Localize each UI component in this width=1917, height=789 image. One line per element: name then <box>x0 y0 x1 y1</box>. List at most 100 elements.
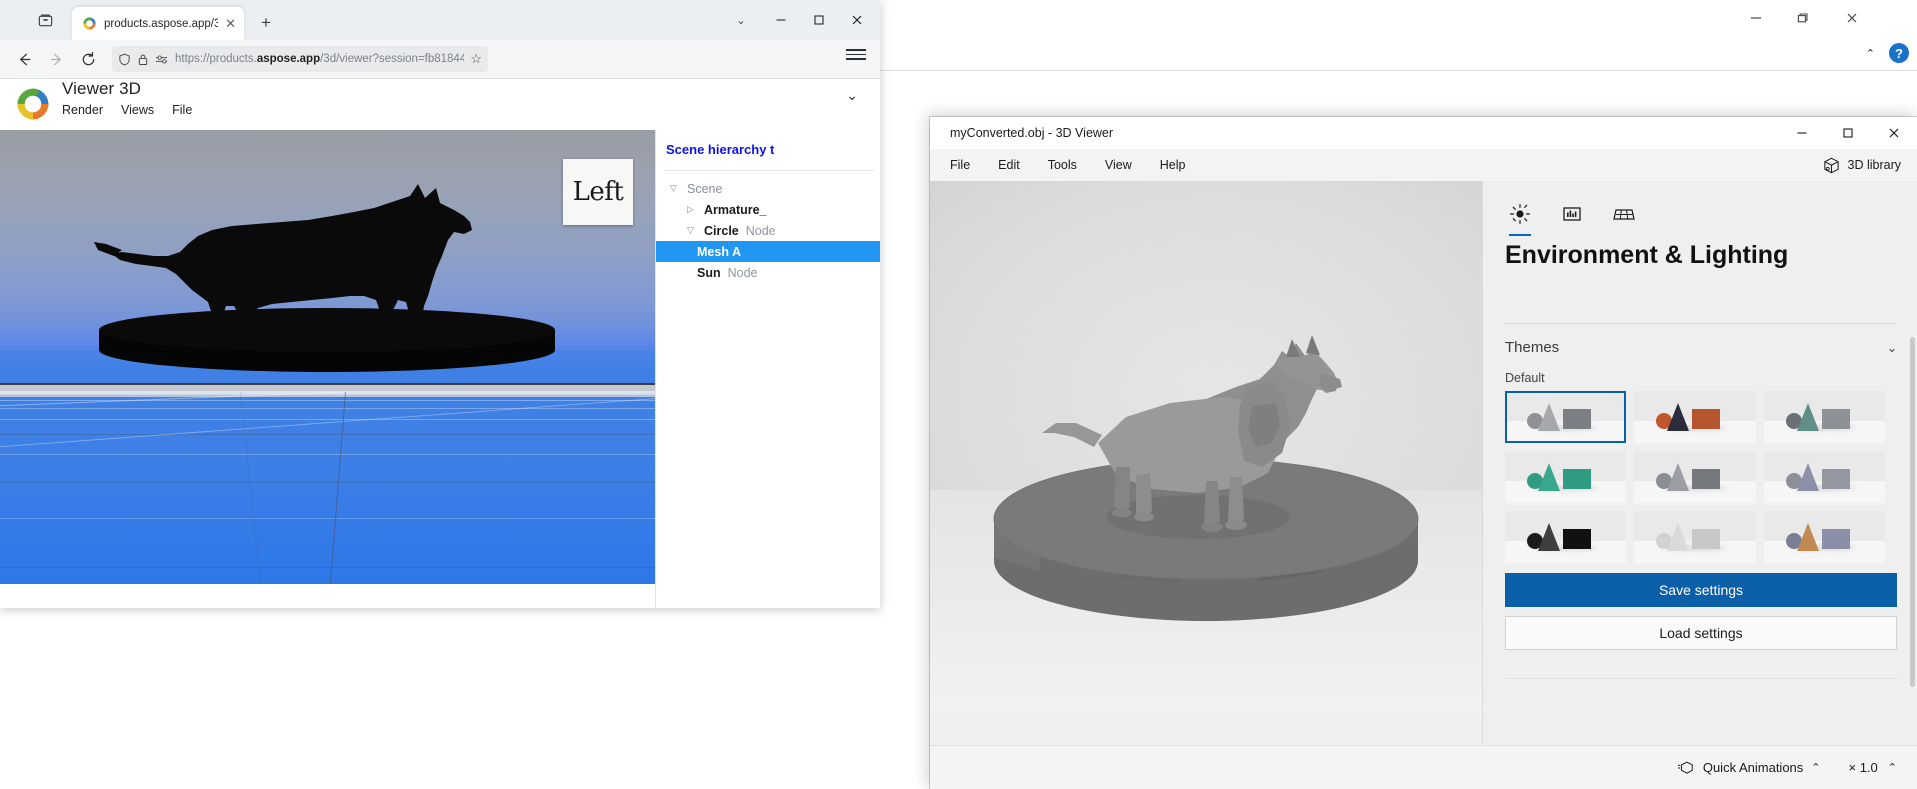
3d-viewer-titlebar: myConverted.obj - 3D Viewer <box>930 117 1917 149</box>
theme-thumbnail[interactable] <box>1505 511 1627 563</box>
permissions-icon[interactable] <box>155 53 169 66</box>
tree-node-scene[interactable]: ▽ Scene <box>656 178 880 199</box>
panel-collapse-chevron-icon[interactable]: ⌄ <box>846 87 858 104</box>
theme-thumbnail[interactable] <box>1634 511 1756 563</box>
viewer-close-button[interactable] <box>1871 117 1917 149</box>
webapp-header: Viewer 3D Render Views File ⌄ <box>0 79 880 130</box>
sun-lighting-icon <box>1510 204 1530 224</box>
animation-cube-icon <box>1677 760 1695 776</box>
menu-tools[interactable]: Tools <box>1034 149 1091 181</box>
grid-floor-icon <box>1613 209 1635 220</box>
ribbon-collapse-chevron[interactable]: ⌃ <box>1866 47 1875 60</box>
lock-icon[interactable] <box>137 53 149 66</box>
grid-floor <box>0 392 655 584</box>
tab-collections-icon[interactable] <box>28 0 62 40</box>
animation-speed-control[interactable]: × 1.0 ⌃ <box>1849 760 1898 775</box>
menu-edit[interactable]: Edit <box>984 149 1034 181</box>
theme-thumbnail[interactable] <box>1763 451 1885 503</box>
viewer-maximize-button[interactable] <box>1825 117 1871 149</box>
3d-library-label: 3D library <box>1847 158 1902 172</box>
tab-list-chevron-icon[interactable]: ⌄ <box>720 0 762 40</box>
panel-bottom-divider <box>1505 678 1897 679</box>
tree-node-label: Sun <box>697 265 721 280</box>
browser-close-button[interactable] <box>838 0 876 40</box>
menu-help[interactable]: Help <box>1146 149 1200 181</box>
tree-node-mesh-a-selected[interactable]: Mesh A <box>656 241 880 262</box>
view-orientation-cube[interactable]: Left <box>563 159 633 225</box>
theme-thumbnail[interactable] <box>1634 451 1756 503</box>
chevron-up-icon[interactable]: ⌃ <box>1811 761 1820 774</box>
menu-view[interactable]: View <box>1091 149 1146 181</box>
theme-thumbnail[interactable] <box>1763 391 1885 443</box>
panel-scrollbar[interactable] <box>1910 337 1915 687</box>
dog-silhouette <box>92 178 562 390</box>
scene-hierarchy-panel: Scene hierarchy t ▽ Scene ▷ Armature_ ▽ … <box>655 130 880 608</box>
chevron-up-icon[interactable]: ⌃ <box>1888 761 1897 774</box>
tree-node-circle[interactable]: ▽ Circle Node <box>656 220 880 241</box>
tree-node-label: Circle <box>704 223 739 238</box>
3d-viewer-body: Environment & Lighting Themes ⌄ Default <box>930 181 1917 789</box>
3d-library-button[interactable]: 3D library <box>1822 156 1902 175</box>
browser-maximize-button[interactable] <box>800 0 838 40</box>
3d-cube-icon <box>1822 156 1841 175</box>
themes-label: Themes <box>1505 339 1560 356</box>
menu-item-file[interactable]: File <box>172 103 192 117</box>
browser-tab[interactable]: products.aspose.app/3d/viewer ✕ <box>72 7 244 40</box>
image-backdrop-icon <box>1563 207 1581 221</box>
webapp-menu: Render Views File <box>62 103 192 117</box>
screen-root: ⌃ ? products.aspose.app/3 ✕ + ⌄ https://… <box>0 0 1917 789</box>
3d-viewer-window-controls <box>1779 117 1917 149</box>
viewcube-label: Left <box>572 177 624 207</box>
tab-backdrop[interactable] <box>1557 199 1587 229</box>
twisty-icon[interactable]: ▷ <box>687 204 697 215</box>
browser-tabstrip: products.aspose.app/3d/viewer ✕ + ⌄ <box>0 0 880 40</box>
theme-thumbnail[interactable] <box>1634 391 1756 443</box>
twisty-icon[interactable]: ▽ <box>687 225 697 236</box>
themes-section-header[interactable]: Themes ⌄ <box>1505 339 1897 356</box>
twisty-icon[interactable]: ▽ <box>670 183 680 194</box>
chevron-down-icon[interactable]: ⌄ <box>1887 341 1897 355</box>
tree-node-type: Node <box>727 265 758 280</box>
menu-item-render[interactable]: Render <box>62 103 103 117</box>
tab-lighting[interactable] <box>1505 199 1535 236</box>
quick-animations-control[interactable]: Quick Animations ⌃ <box>1677 760 1821 776</box>
background-window-ribbon-row: ⌃ ? <box>1866 36 1909 70</box>
theme-thumbnail[interactable] <box>1505 451 1627 503</box>
tabstrip-right-controls: ⌄ <box>720 0 880 40</box>
3d-viewer-stage[interactable] <box>930 181 1482 714</box>
bg-close-button[interactable] <box>1829 0 1875 36</box>
new-tab-button[interactable]: + <box>252 9 280 37</box>
webapp-page: Viewer 3D Render Views File ⌄ Left Scene… <box>0 79 880 608</box>
bookmark-star-icon[interactable]: ☆ <box>470 51 482 67</box>
back-icon[interactable] <box>8 43 40 75</box>
menu-item-views[interactable]: Views <box>121 103 154 117</box>
tab-grid-floor[interactable] <box>1609 199 1639 229</box>
menu-file[interactable]: File <box>936 149 984 181</box>
load-settings-button[interactable]: Load settings <box>1505 616 1897 650</box>
aspose-logo-icon <box>14 85 52 123</box>
page-title: Viewer 3D <box>62 79 142 98</box>
quick-animations-label: Quick Animations <box>1702 760 1804 775</box>
forward-icon[interactable] <box>40 43 72 75</box>
theme-thumbnail[interactable] <box>1505 391 1627 443</box>
theme-thumbnail[interactable] <box>1763 511 1885 563</box>
tree-node-armature[interactable]: ▷ Armature_ <box>656 199 880 220</box>
viewer-minimize-button[interactable] <box>1779 117 1825 149</box>
save-settings-button[interactable]: Save settings <box>1505 573 1897 607</box>
shield-icon[interactable] <box>118 53 131 66</box>
tab-close-icon[interactable]: ✕ <box>225 17 236 30</box>
address-bar[interactable]: https://products.aspose.app/3d/viewer?se… <box>112 46 488 72</box>
help-icon[interactable]: ? <box>1889 43 1909 63</box>
bg-minimize-button[interactable] <box>1733 0 1779 36</box>
hamburger-menu-icon[interactable] <box>846 49 866 60</box>
panel-heading: Environment & Lighting <box>1505 241 1789 269</box>
theme-thumbnail-grid <box>1505 391 1885 563</box>
3d-viewer-statusbar: Quick Animations ⌃ × 1.0 ⌃ <box>930 745 1917 789</box>
animation-speed-value: × 1.0 <box>1848 760 1878 775</box>
reload-icon[interactable] <box>72 43 104 75</box>
bg-restore-button[interactable] <box>1779 0 1825 36</box>
browser-minimize-button[interactable] <box>762 0 800 40</box>
scene-hierarchy-tree: ▽ Scene ▷ Armature_ ▽ Circle Node Mesh A <box>656 178 880 283</box>
webapp-3d-viewport[interactable]: Left <box>0 130 655 584</box>
tree-node-sun[interactable]: Sun Node <box>656 262 880 283</box>
